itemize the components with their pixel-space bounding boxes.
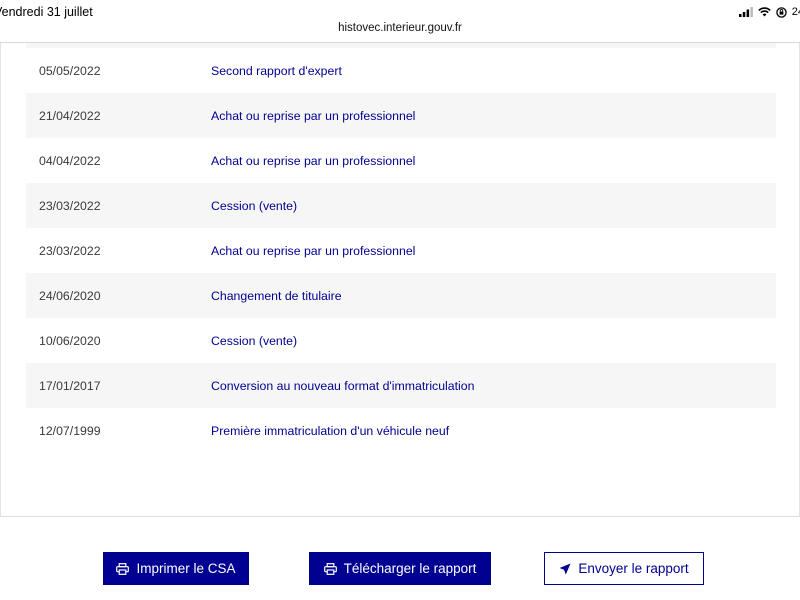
- print-csa-label: Imprimer le CSA: [136, 561, 236, 576]
- send-report-label: Envoyer le rapport: [578, 561, 689, 576]
- status-date: Vendredi 31 juillet: [0, 5, 93, 19]
- row-event: Conversion au nouveau format d'immatricu…: [211, 378, 475, 393]
- wifi-icon: [757, 7, 771, 17]
- orientation-lock-icon: [776, 6, 787, 18]
- action-bar: Imprimer le CSA Télécharger le rapport E…: [0, 518, 800, 600]
- row-event: Achat ou reprise par un professionnel: [211, 153, 416, 168]
- printer-icon: [323, 562, 337, 575]
- table-row: 23/03/2022 Cession (vente): [26, 183, 776, 228]
- table-row: 04/04/2022 Achat ou reprise par un profe…: [26, 138, 776, 183]
- row-date: 05/05/2022: [39, 63, 101, 78]
- print-csa-button[interactable]: Imprimer le CSA: [103, 552, 249, 585]
- row-date: 12/07/1999: [39, 423, 101, 438]
- row-date: 24/06/2020: [39, 288, 101, 303]
- history-table: 05/05/2022 Second rapport d'expert 21/04…: [26, 43, 776, 453]
- table-row: 23/03/2022 Achat ou reprise par un profe…: [26, 228, 776, 273]
- status-bar: Vendredi 31 juillet 24: [0, 0, 800, 20]
- send-report-button[interactable]: Envoyer le rapport: [544, 552, 704, 585]
- row-date: 04/04/2022: [39, 153, 101, 168]
- row-event: Achat ou reprise par un professionnel: [211, 108, 416, 123]
- printer-icon: [116, 562, 130, 575]
- battery-level: 24: [791, 6, 800, 18]
- status-indicators: 24: [738, 6, 800, 18]
- table-row: 12/07/1999 Première immatriculation d'un…: [26, 408, 776, 453]
- table-row: 05/05/2022 Second rapport d'expert: [26, 48, 776, 93]
- signal-icon: [738, 7, 753, 17]
- table-row: 21/04/2022 Achat ou reprise par un profe…: [26, 93, 776, 138]
- row-event: Cession (vente): [211, 198, 298, 213]
- table-row: 10/06/2020 Cession (vente): [26, 318, 776, 363]
- row-event: Achat ou reprise par un professionnel: [211, 243, 416, 258]
- row-event: Second rapport d'expert: [211, 63, 342, 78]
- history-panel: 05/05/2022 Second rapport d'expert 21/04…: [0, 43, 800, 517]
- table-row: 17/01/2017 Conversion au nouveau format …: [26, 363, 776, 408]
- download-report-button[interactable]: Télécharger le rapport: [309, 552, 491, 585]
- row-date: 23/03/2022: [39, 243, 101, 258]
- row-date: 17/01/2017: [39, 378, 101, 393]
- row-date: 21/04/2022: [39, 108, 101, 123]
- row-event: Changement de titulaire: [211, 288, 342, 303]
- row-date: 10/06/2020: [39, 333, 101, 348]
- row-event: Cession (vente): [211, 333, 298, 348]
- row-event: Première immatriculation d'un véhicule n…: [211, 423, 450, 438]
- table-row: 24/06/2020 Changement de titulaire: [26, 273, 776, 318]
- address-bar[interactable]: histovec.interieur.gouv.fr: [0, 22, 800, 34]
- download-report-label: Télécharger le rapport: [343, 561, 477, 576]
- row-date: 23/03/2022: [39, 198, 101, 213]
- send-icon: [559, 563, 571, 575]
